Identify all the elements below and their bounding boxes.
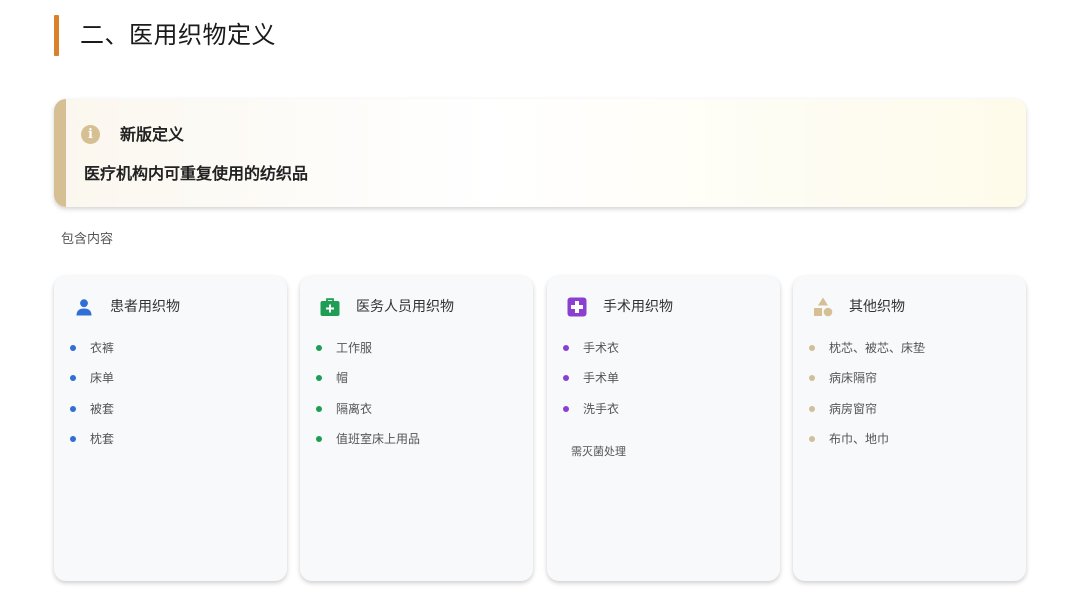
category-header: 其他织物 — [812, 296, 905, 318]
list-item: 手术衣 — [563, 338, 619, 368]
list-item: 工作服 — [316, 338, 420, 368]
medical-cross-icon — [566, 296, 588, 318]
medical-bag-icon — [319, 296, 341, 318]
item-label: 床单 — [90, 371, 115, 386]
category-title: 手术用织物 — [603, 299, 673, 315]
category-title: 其他织物 — [849, 299, 905, 315]
category-header: 患者用织物 — [73, 296, 180, 318]
title-accent-bar — [54, 15, 59, 56]
category-header: 手术用织物 — [566, 296, 673, 318]
bullet-dot — [563, 375, 569, 382]
item-label: 帽 — [336, 371, 349, 386]
item-label: 隔离衣 — [336, 401, 373, 416]
bullet-dot — [809, 345, 815, 351]
person-icon — [73, 296, 95, 318]
item-label: 布巾、地巾 — [829, 431, 890, 446]
bullet-dot — [809, 375, 815, 382]
list-item: 布巾、地巾 — [809, 429, 925, 459]
bullet-dot — [316, 405, 322, 412]
bullet-dot — [563, 405, 569, 412]
definition-title: 新版定义 — [120, 125, 185, 144]
definition-card — [54, 99, 1026, 207]
shapes-icon — [812, 296, 834, 318]
category-note: 需灭菌处理 — [571, 445, 626, 458]
bullet-dot — [70, 405, 76, 412]
item-label: 病房窗帘 — [829, 401, 878, 416]
list-item: 病房窗帘 — [809, 399, 925, 429]
bullet-dot — [563, 345, 569, 351]
category-card-patient: 患者用织物 衣裤 床单 被套 枕套 — [54, 276, 287, 581]
category-header: 医务人员用织物 — [319, 296, 454, 318]
item-label: 被套 — [90, 401, 115, 416]
list-item: 洗手衣 — [563, 399, 619, 429]
item-label: 手术单 — [583, 371, 620, 386]
list-item: 床单 — [70, 368, 114, 398]
category-title: 患者用织物 — [110, 299, 180, 315]
category-title: 医务人员用织物 — [356, 299, 454, 315]
bullet-dot — [70, 375, 76, 382]
list-item: 衣裤 — [70, 338, 114, 368]
bullet-dot — [316, 435, 322, 442]
category-items: 手术衣 手术单 洗手衣 — [563, 338, 619, 429]
list-item: 枕芯、被芯、床垫 — [809, 338, 925, 368]
bullet-dot — [316, 375, 322, 382]
list-item: 帽 — [316, 368, 420, 398]
list-item: 手术单 — [563, 368, 619, 398]
category-items: 衣裤 床单 被套 枕套 — [70, 338, 114, 459]
category-card-surgery: 手术用织物 手术衣 手术单 洗手衣 需灭菌处理 — [547, 276, 780, 581]
item-label: 值班室床上用品 — [336, 431, 421, 446]
list-item: 隔离衣 — [316, 399, 420, 429]
item-label: 手术衣 — [583, 341, 620, 355]
page-title: 二、医用织物定义 — [80, 21, 276, 49]
category-card-other: 其他织物 枕芯、被芯、床垫 病床隔帘 病房窗帘 布巾、地巾 — [793, 276, 1026, 581]
definition-accent-bar — [54, 99, 66, 207]
bullet-dot — [316, 345, 322, 351]
section-label: 包含内容 — [61, 232, 114, 247]
bullet-dot — [809, 405, 815, 412]
list-item: 值班室床上用品 — [316, 429, 420, 459]
definition-body: 医疗机构内可重复使用的纺织品 — [84, 164, 309, 183]
item-label: 洗手衣 — [583, 401, 620, 416]
category-items: 枕芯、被芯、床垫 病床隔帘 病房窗帘 布巾、地巾 — [809, 338, 925, 459]
info-icon: i — [81, 125, 100, 144]
item-label: 工作服 — [336, 341, 373, 355]
list-item: 被套 — [70, 399, 114, 429]
bullet-dot — [70, 345, 76, 351]
item-label: 枕芯、被芯、床垫 — [829, 341, 926, 355]
item-label: 衣裤 — [90, 341, 115, 355]
item-label: 枕套 — [90, 431, 115, 446]
category-items: 工作服 帽 隔离衣 值班室床上用品 — [316, 338, 420, 459]
category-card-staff: 医务人员用织物 工作服 帽 隔离衣 值班室床上用品 — [300, 276, 533, 581]
item-label: 病床隔帘 — [829, 371, 878, 386]
list-item: 病床隔帘 — [809, 368, 925, 398]
bullet-dot — [70, 435, 76, 442]
list-item: 枕套 — [70, 429, 114, 459]
bullet-dot — [809, 435, 815, 442]
